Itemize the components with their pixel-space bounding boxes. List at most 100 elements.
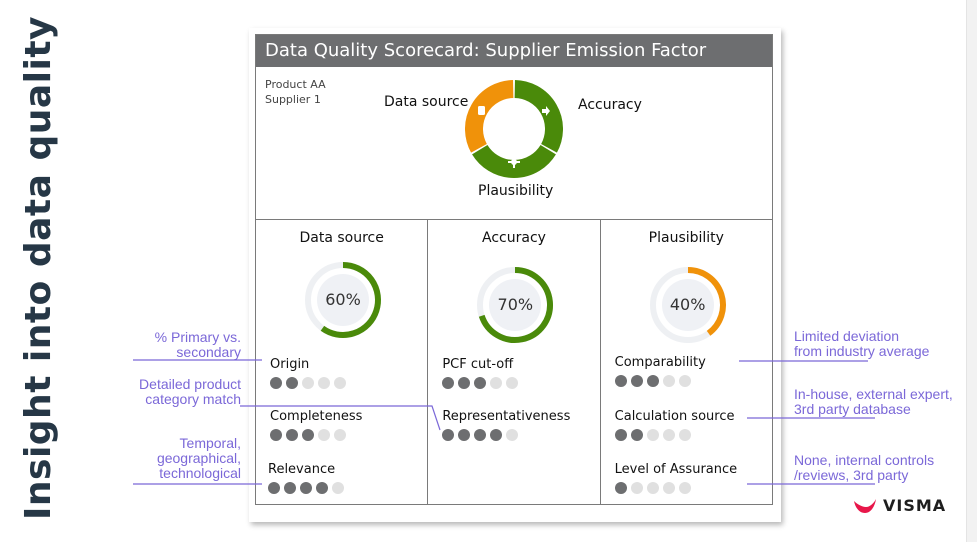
metric-calculation-source: Calculation source bbox=[614, 409, 735, 441]
annotation-comparability: Limited deviation from industry average bbox=[794, 329, 929, 359]
rating-dot-filled bbox=[614, 482, 627, 494]
metric-relevance: Relevance bbox=[268, 462, 344, 494]
rating-dots bbox=[614, 429, 735, 441]
rating-dot-empty bbox=[506, 377, 519, 389]
rating-dot-filled bbox=[442, 377, 455, 389]
rating-dots bbox=[270, 429, 362, 441]
annotation-completeness: Detailed product category match bbox=[139, 377, 241, 407]
brand-name: VISMA bbox=[883, 496, 947, 515]
metric-origin: Origin bbox=[270, 357, 346, 389]
donut-segment-data-source bbox=[514, 80, 563, 153]
metric-label: Origin bbox=[270, 357, 310, 372]
rating-dot-filled bbox=[474, 377, 487, 389]
metric-label: Calculation source bbox=[614, 409, 735, 424]
metric-pcf-cutoff: PCF cut-off bbox=[442, 357, 519, 389]
metric-representativeness: Representativeness bbox=[442, 409, 570, 441]
metric-label: PCF cut-off bbox=[442, 357, 514, 372]
summary-donut bbox=[465, 80, 563, 178]
rating-dot-empty bbox=[662, 375, 675, 387]
rating-dots bbox=[442, 429, 570, 441]
column-title: Data source bbox=[299, 230, 384, 246]
annotation-line: Temporal, bbox=[179, 435, 241, 451]
rating-dot-empty bbox=[334, 429, 346, 441]
metric-level-of-assurance: Level of Assurance bbox=[614, 462, 738, 494]
rating-dots bbox=[442, 377, 519, 389]
database-icon bbox=[478, 106, 485, 115]
rating-dot-empty bbox=[332, 482, 344, 494]
annotation-line: geographical, bbox=[156, 450, 241, 466]
rating-dot-empty bbox=[646, 429, 659, 441]
rating-dot-filled bbox=[284, 482, 296, 494]
rating-dot-empty bbox=[662, 482, 675, 494]
metric-label: Level of Assurance bbox=[614, 462, 738, 477]
rating-dot-empty bbox=[302, 377, 314, 389]
rating-dot-filled bbox=[614, 375, 627, 387]
annotation-line: technological bbox=[159, 465, 241, 481]
rating-dot-filled bbox=[490, 429, 503, 441]
rating-dot-filled bbox=[286, 429, 298, 441]
product-name: Product AA bbox=[265, 78, 326, 91]
rating-dot-filled bbox=[630, 429, 643, 441]
rating-dot-filled bbox=[458, 377, 471, 389]
rating-dot-empty bbox=[334, 377, 346, 389]
rating-dot-filled bbox=[630, 375, 643, 387]
rating-dot-empty bbox=[318, 429, 330, 441]
annotation-line: /reviews, 3rd party bbox=[794, 467, 909, 483]
column-plausibility: Plausibility 40% Comparability Calculati… bbox=[599, 219, 772, 504]
rating-dot-filled bbox=[458, 429, 471, 441]
rating-dot-filled bbox=[270, 377, 282, 389]
annotation-relevance: Temporal, geographical, technological bbox=[157, 436, 241, 481]
column-title: Plausibility bbox=[648, 230, 724, 246]
column-title: Accuracy bbox=[482, 230, 546, 246]
summary-label-plausibility: Plausibility bbox=[478, 183, 554, 199]
annotation-line: 3rd party database bbox=[794, 401, 911, 417]
rating-dot-filled bbox=[474, 429, 487, 441]
metric-label: Comparability bbox=[614, 355, 706, 370]
donut-segment-plausibility bbox=[465, 80, 514, 153]
annotation-line: None, internal controls bbox=[794, 452, 935, 468]
product-info: Product AA Supplier 1 bbox=[265, 77, 326, 107]
visma-logo: VISMA bbox=[853, 496, 946, 515]
score-value: 70% bbox=[497, 295, 534, 314]
scorecard-title: Data Quality Scorecard: Supplier Emissio… bbox=[256, 35, 772, 67]
scrollbar-edge bbox=[966, 0, 977, 542]
rating-dot-filled bbox=[442, 429, 455, 441]
rating-dot-empty bbox=[506, 429, 519, 441]
supplier-name: Supplier 1 bbox=[265, 93, 321, 106]
metric-label: Representativeness bbox=[442, 409, 571, 424]
rating-dot-filled bbox=[300, 482, 312, 494]
annotation-origin: % Primary vs. secondary bbox=[155, 330, 241, 360]
rating-dot-filled bbox=[286, 377, 298, 389]
rating-dot-filled bbox=[316, 482, 328, 494]
rating-dot-empty bbox=[646, 482, 659, 494]
summary-label-accuracy: Accuracy bbox=[578, 97, 642, 113]
rating-dots bbox=[268, 482, 344, 494]
annotation-level-of-assurance: None, internal controls /reviews, 3rd pa… bbox=[794, 453, 934, 483]
annotation-line: Detailed product bbox=[139, 376, 241, 392]
annotation-calculation-source: In-house, external expert, 3rd party dat… bbox=[794, 387, 953, 417]
slide-title: Insight into data quality bbox=[18, 15, 59, 520]
category-columns: Data source 60% Origin Completeness Rele… bbox=[256, 219, 772, 504]
rating-dot-empty bbox=[630, 482, 643, 494]
metric-label: Relevance bbox=[268, 462, 336, 477]
rating-dots bbox=[614, 482, 737, 494]
rating-dot-empty bbox=[678, 482, 691, 494]
column-data-source: Data source 60% Origin Completeness Rele… bbox=[256, 219, 427, 504]
rating-dots bbox=[614, 375, 706, 387]
annotation-line: In-house, external expert, bbox=[794, 386, 953, 402]
visma-swoosh-icon bbox=[854, 498, 876, 513]
rating-dot-filled bbox=[268, 482, 280, 494]
annotation-line: category match bbox=[145, 391, 241, 407]
scorecard-panel: Data Quality Scorecard: Supplier Emissio… bbox=[249, 28, 781, 522]
metric-label: Completeness bbox=[270, 409, 363, 424]
rating-dot-empty bbox=[662, 429, 675, 441]
rating-dots bbox=[270, 377, 346, 389]
summary-section: Product AA Supplier 1 Data source Accura… bbox=[256, 67, 772, 220]
annotation-line: secondary bbox=[176, 344, 241, 360]
metric-completeness: Completeness bbox=[270, 409, 362, 441]
rating-dot-filled bbox=[646, 375, 659, 387]
rating-dot-empty bbox=[678, 429, 691, 441]
summary-label-data-source: Data source bbox=[384, 94, 469, 110]
metric-comparability: Comparability bbox=[614, 355, 706, 387]
column-accuracy: Accuracy 70% PCF cut-off Representativen… bbox=[427, 219, 599, 504]
